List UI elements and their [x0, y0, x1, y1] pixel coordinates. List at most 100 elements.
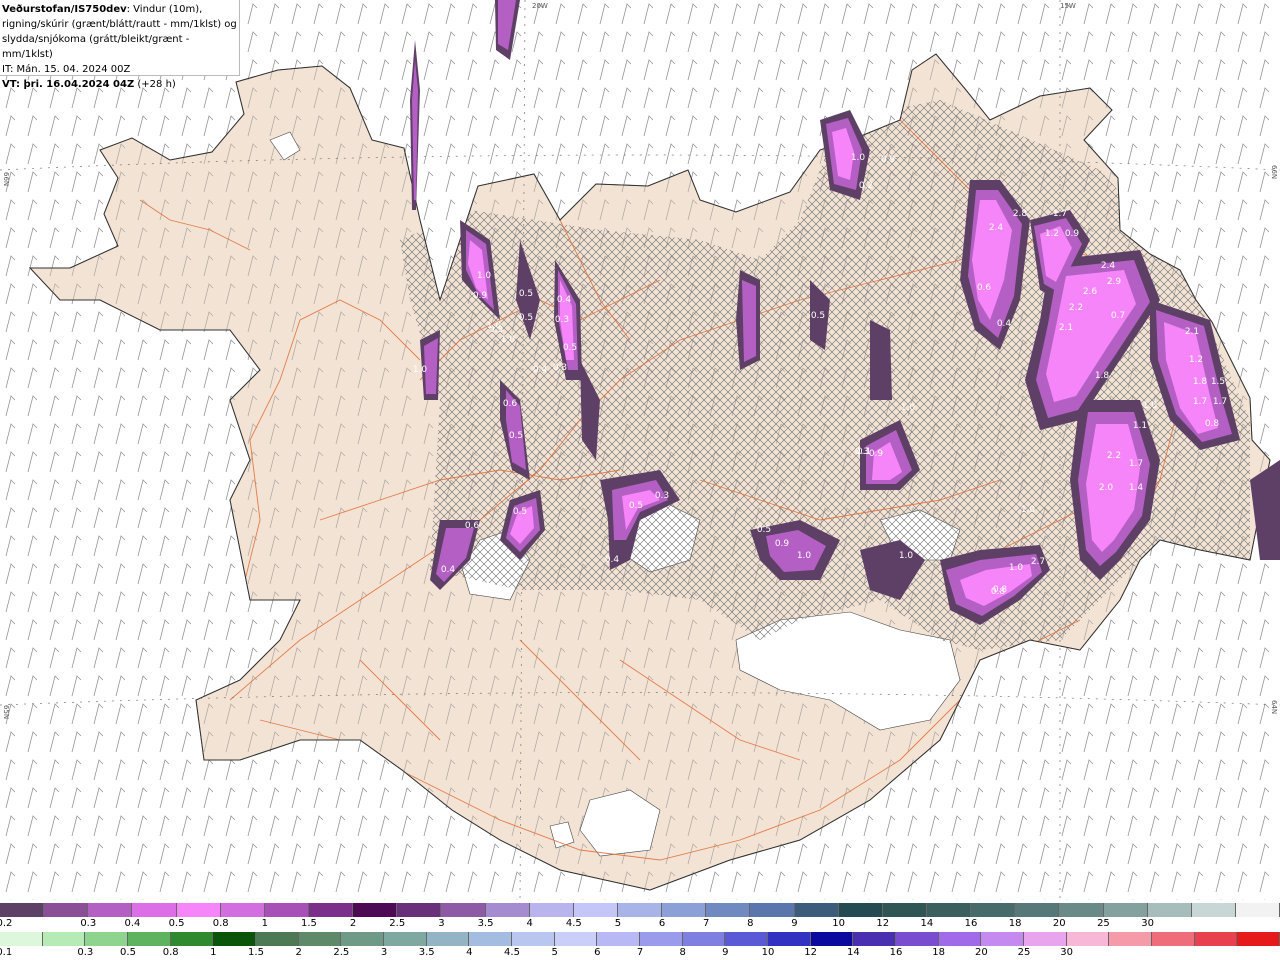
legend-label: 4.5	[565, 918, 582, 929]
legend-swatch	[213, 932, 257, 946]
legend-swatch	[554, 932, 598, 946]
precip-value: 0.1	[857, 447, 871, 457]
rain-legend-bar	[0, 932, 1280, 946]
legend-label: 8	[747, 918, 754, 929]
lat-label-64n-right: 64N	[1270, 700, 1278, 714]
precip-value: 0.4	[441, 565, 456, 575]
precip-value: 1.5	[1211, 377, 1225, 387]
precip-value: 0.8	[993, 585, 1008, 595]
legend-swatch	[926, 903, 972, 917]
valid-time: VT: þri. 16.04.2024 04Z	[2, 79, 135, 90]
legend-swatch	[220, 903, 265, 917]
precip-value: 1.8	[1095, 371, 1110, 381]
legend-swatch	[529, 903, 574, 917]
legend-swatch	[794, 903, 839, 917]
precip-value: 0.4	[533, 365, 548, 375]
precip-value: 0.3	[489, 325, 503, 335]
legend-swatch	[1152, 932, 1195, 946]
legend-label: 1.5	[301, 918, 317, 929]
legend-swatch	[725, 932, 769, 946]
legend-label: 25	[1097, 918, 1110, 929]
precip-value: 1.8	[1193, 377, 1208, 387]
precip-value: 2.1	[1185, 327, 1199, 337]
precip-value: 1.0	[1009, 563, 1024, 573]
precip-value: 1.0	[899, 551, 914, 561]
precip-value: 2.8	[1013, 209, 1028, 219]
precip-value: 0.5	[519, 289, 533, 299]
legend-label: 8	[679, 947, 686, 958]
precip-value: 0.6	[503, 399, 518, 409]
precip-value: 1.0	[851, 153, 866, 163]
legend-label: 2	[295, 947, 302, 958]
header-desc-2: rigning/skúrir (grænt/blátt/rautt - mm/1…	[2, 19, 237, 30]
legend-label: 25	[1017, 947, 1031, 958]
legend-label: 1.5	[248, 947, 264, 958]
legend-swatch	[88, 903, 133, 917]
legend-label: 0.5	[168, 918, 185, 929]
legend-label: 0.3	[80, 918, 97, 929]
legend-swatch	[682, 932, 726, 946]
precip-value: 0.4	[997, 319, 1012, 329]
precip-value: 0.3	[553, 363, 567, 373]
precip-value: 1.1	[1133, 421, 1147, 431]
legend-swatch	[384, 932, 427, 946]
legend-swatch	[706, 903, 751, 917]
legend-label: 14	[920, 918, 934, 929]
legend-label: 3.5	[477, 918, 494, 929]
legend-swatch	[256, 932, 299, 946]
precip-value: 0.4	[605, 555, 620, 565]
legend-swatch	[397, 903, 442, 917]
legend-label: 0.1	[0, 947, 13, 958]
legend-swatch	[85, 932, 129, 946]
legend-swatch	[1237, 932, 1280, 946]
legend-label: 1	[210, 947, 217, 958]
precip-value: 2.7	[1031, 557, 1045, 567]
legend-label: 18	[1008, 918, 1022, 929]
precip-value: 1.2	[1045, 229, 1059, 239]
precip-value: 0.5	[509, 431, 523, 441]
legend-label: 0.8	[212, 918, 229, 929]
precip-value: 1.0	[501, 335, 516, 345]
forecast-map[interactable]: 1.00.9 0.51.01.00.5 0.30.4 0.30.50.60.51.00…	[0, 0, 1280, 900]
legend-swatch	[308, 903, 354, 917]
legend-swatch	[426, 932, 470, 946]
legend-swatch	[1059, 903, 1104, 917]
precip-value: 2.2	[1069, 303, 1083, 313]
precip-value: 0.5	[757, 525, 771, 535]
precip-value: 1.0	[901, 403, 916, 413]
legend-label: 10	[832, 918, 845, 929]
legend-swatch	[264, 903, 309, 917]
precip-value: 0.6	[977, 283, 992, 293]
legend-label: 16	[889, 947, 903, 958]
precip-value: 1.7	[1193, 397, 1207, 407]
legend-swatch	[353, 903, 398, 917]
forecast-offset: (+28 h)	[134, 79, 176, 90]
precip-value: 2.6	[1083, 287, 1098, 297]
legend-swatch	[981, 932, 1025, 946]
init-time: IT: Mán. 15. 04. 2024 00Z	[2, 64, 131, 75]
legend-swatch	[1147, 903, 1192, 917]
legend-label: 0.5	[120, 947, 136, 958]
precip-value: 2.9	[1107, 277, 1122, 287]
legend-swatch	[44, 903, 89, 917]
map-header: Veðurstofan/IS750dev: Vindur (10m), rign…	[0, 0, 240, 90]
precip-value: 1.0	[1143, 401, 1158, 411]
legend-label: 0.2	[0, 918, 13, 929]
legend-swatch	[341, 932, 385, 946]
legend-swatch	[485, 903, 530, 917]
agency-name: Veðurstofan/IS750dev	[2, 4, 127, 15]
legend-swatch	[441, 903, 486, 917]
precip-value: 1.0	[477, 271, 492, 281]
legend-label: 4	[466, 947, 473, 958]
precip-value: 0.9	[775, 539, 790, 549]
legend-label: 10	[761, 947, 775, 958]
legend-label: 6	[594, 947, 601, 958]
precip-value: 0.9	[1065, 229, 1080, 239]
legend-label: 5	[614, 918, 622, 929]
legend-swatch	[882, 903, 927, 917]
legend-label: 12	[804, 947, 818, 958]
legend-swatch	[1103, 903, 1148, 917]
legend-label: 3	[380, 947, 388, 958]
precip-value: 0.9	[881, 155, 896, 165]
precip-value: 2.2	[1107, 451, 1121, 461]
